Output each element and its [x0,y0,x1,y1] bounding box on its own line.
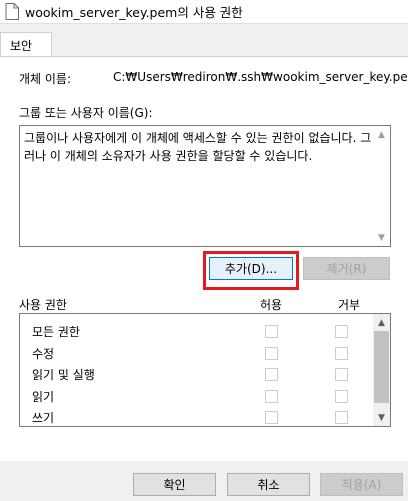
ok-button[interactable]: 확인 [133,473,216,496]
file-icon [5,3,19,20]
apply-button[interactable]: 적용(A) [320,473,403,496]
scroll-down-icon[interactable]: ▼ [373,409,390,426]
permission-row: 읽기 [20,385,373,408]
allow-checkbox[interactable] [265,325,278,338]
object-name-label: 개체 이름: [19,72,72,86]
deny-checkbox[interactable] [335,390,348,403]
tab-strip: 보안 [0,32,408,57]
cancel-button[interactable]: 취소 [227,473,310,496]
scroll-down-icon[interactable]: ▼ [373,229,390,246]
remove-button[interactable]: 제거(R) [303,257,390,280]
deny-checkbox[interactable] [335,368,348,381]
allow-checkbox[interactable] [265,411,278,424]
deny-header: 거부 [338,298,361,312]
deny-checkbox[interactable] [335,347,348,360]
allow-checkbox[interactable] [265,390,278,403]
allow-checkbox[interactable] [265,368,278,381]
object-path: C:₩Users₩rediron₩.ssh₩wookim_server_key.… [113,70,408,84]
deny-checkbox[interactable] [335,411,348,424]
permission-name: 읽기 및 실행 [32,368,95,382]
scroll-up-icon[interactable]: ▲ [373,314,390,331]
permission-name: 수정 [32,347,55,361]
permission-row: 모든 권한 [20,320,373,343]
window-title: wookim_server_key.pem의 사용 권한 [25,5,243,20]
permissions-label: 사용 권한 [19,298,67,312]
permission-name: 쓰기 [32,411,55,425]
permission-row: 읽기 및 실행 [20,363,373,386]
scroll-thumb[interactable] [374,331,389,403]
permission-row: 수정 [20,342,373,365]
permission-name: 모든 권한 [32,325,80,339]
groups-label: 그룹 또는 사용자 이름(G): [19,106,153,120]
tab-security[interactable]: 보안 [0,32,52,57]
add-button[interactable]: 추가(D)... [209,257,293,280]
permission-row: 쓰기 [20,406,373,426]
dialog-footer: 확인 취소 적용(A) [0,461,408,501]
groups-list[interactable]: 그룹이나 사용자에게 이 개체에 액세스할 수 있는 권한이 없습니다. 그러나… [19,125,391,247]
scroll-up-icon[interactable]: ▲ [373,126,390,143]
permissions-scrollbar[interactable]: ▲ ▼ [373,314,390,426]
permissions-list[interactable]: 모든 권한 수정 읽기 및 실행 읽기 쓰기 ▲ ▼ [19,313,391,427]
groups-message: 그룹이나 사용자에게 이 개체에 액세스할 수 있는 권한이 없습니다. 그러나… [24,131,372,163]
groups-scrollbar[interactable]: ▲ ▼ [373,126,390,246]
title-bar: wookim_server_key.pem의 사용 권한 [0,0,408,24]
deny-checkbox[interactable] [335,325,348,338]
allow-header: 허용 [260,298,283,312]
permission-name: 읽기 [32,390,55,404]
allow-checkbox[interactable] [265,347,278,360]
